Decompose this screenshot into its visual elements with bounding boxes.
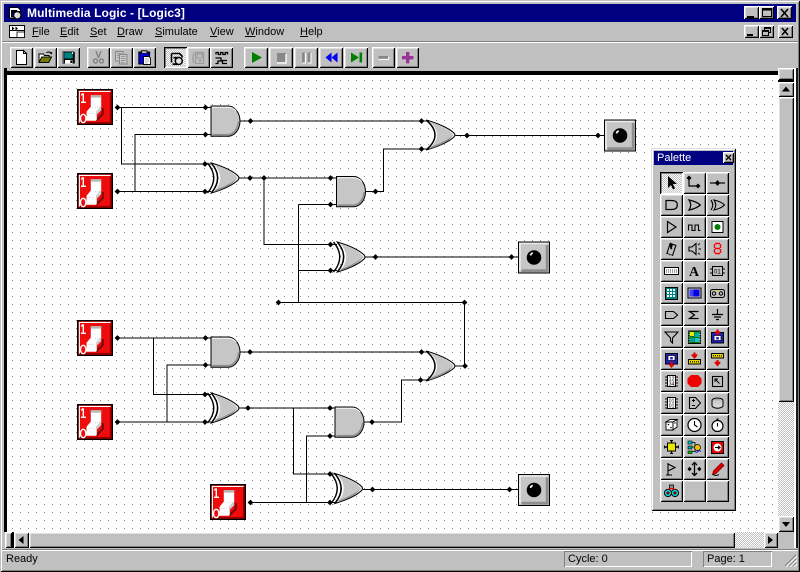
svg-text:34: 34 [669,382,675,388]
svg-text:01: 01 [714,270,721,276]
svg-text:01: 01 [669,404,675,410]
svg-text:A: A [689,265,700,280]
